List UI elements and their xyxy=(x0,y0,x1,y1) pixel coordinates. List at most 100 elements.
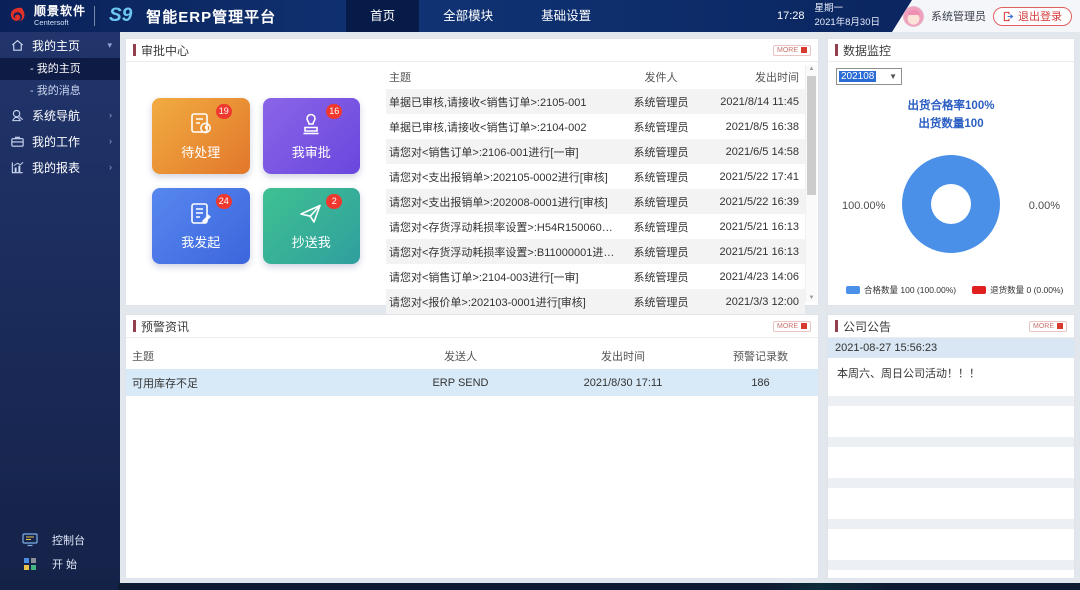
sidebar-group-label: 我的主页 xyxy=(32,37,80,54)
logo-text: 顺景软件 xyxy=(34,5,86,17)
chevron-down-icon: ▾ xyxy=(107,40,112,51)
row-time: 2021/3/3 12:00 xyxy=(707,296,805,308)
row-subject: 请您对<销售订单>:2106-001进行[一审] xyxy=(386,144,615,160)
approval-table: 主题 发件人 发出时间 单据已审核,请接收<销售订单>:2105-001 系统管… xyxy=(386,62,805,305)
alerts-more-button[interactable]: MORE xyxy=(773,321,811,332)
more-icon xyxy=(801,47,807,53)
date: 2021年8月30日 xyxy=(815,17,880,28)
row-subject: 请您对<存货浮动耗损率设置>:H54R15006002进行[审核] xyxy=(386,219,615,235)
table-row[interactable]: 请您对<报价单>:202103-0001进行[审核] 系统管理员 2021/3/… xyxy=(386,289,805,314)
brand-logo: 顺景软件 Centersoft S9 智能ERP管理平台 xyxy=(0,5,284,27)
sidebar-item-my-messages[interactable]: - 我的消息 xyxy=(0,80,120,102)
alerts-panel: 预警资讯 MORE 主题 发送人 发出时间 预警记录数 可用库存不足 xyxy=(125,314,819,579)
col-header-time: 发出时间 xyxy=(707,69,805,85)
app-title: 智能ERP管理平台 xyxy=(146,6,276,27)
announcement-date: 2021-08-27 15:56:23 xyxy=(828,338,1074,358)
shunjing-swirl-logo-icon xyxy=(6,5,28,27)
table-row[interactable]: 单据已审核,请接收<销售订单>:2104-002 系统管理员 2021/8/5 … xyxy=(386,114,805,139)
table-row[interactable]: 单据已审核,请接收<销售订单>:2105-001 系统管理员 2021/8/14… xyxy=(386,89,805,114)
announcement-placeholder xyxy=(828,447,1074,478)
table-row[interactable]: 请您对<存货浮动耗损率设置>:H54R15006002进行[审核] 系统管理员 … xyxy=(386,214,805,239)
user-zone: 系统管理员 退出登录 xyxy=(892,0,1080,32)
taskbar-strip xyxy=(118,583,1080,590)
console-button[interactable]: 控制台 xyxy=(0,528,120,552)
chevron-right-icon: › xyxy=(109,136,112,146)
announcement-placeholder xyxy=(828,529,1074,560)
col-header-count: 预警记录数 xyxy=(703,348,818,364)
alerts-rows: 可用库存不足 ERP SEND 2021/8/30 17:11 186 xyxy=(126,369,818,396)
table-row[interactable]: 请您对<销售订单>:2104-003进行[一审] 系统管理员 2021/4/23… xyxy=(386,264,805,289)
chart-legend: 合格数量 100 (100.00%) 退货数量 0 (0.00%) xyxy=(836,284,1066,301)
announcement-placeholder xyxy=(828,488,1074,519)
col-header-sender: 发件人 xyxy=(615,69,707,85)
legend-label: 合格数量 100 (100.00%) xyxy=(864,284,956,296)
table-row[interactable]: 请您对<存货浮动耗损率设置>:B11000001进行[审核] 系统管理员 202… xyxy=(386,239,805,264)
s9-logo: S9 xyxy=(109,5,132,27)
table-row[interactable]: 请您对<支出报销单>:202105-0002进行[审核] 系统管理员 2021/… xyxy=(386,164,805,189)
console-label: 控制台 xyxy=(52,532,85,548)
briefcase-icon xyxy=(10,134,25,149)
console-icon xyxy=(22,533,38,547)
col-header-time: 发出时间 xyxy=(543,348,703,364)
logout-icon xyxy=(1003,11,1014,22)
nav-tab-home[interactable]: 首页 xyxy=(346,0,419,32)
more-label: MORE xyxy=(777,47,798,54)
tile-label: 待处理 xyxy=(181,142,220,161)
sidebar-group-my-work[interactable]: 我的工作 › xyxy=(0,128,120,154)
announcements-title: 公司公告 xyxy=(835,318,891,335)
tile-initiated-by-me[interactable]: 24 我发起 xyxy=(152,188,250,264)
table-row[interactable]: 请您对<销售订单>:2106-001进行[一审] 系统管理员 2021/6/5 … xyxy=(386,139,805,164)
sidebar-group-my-reports[interactable]: 我的报表 › xyxy=(0,154,120,180)
row-time: 2021/8/30 17:11 xyxy=(543,377,703,389)
home-icon xyxy=(10,38,25,53)
logo-subtext: Centersoft xyxy=(34,19,86,27)
logout-button[interactable]: 退出登录 xyxy=(993,7,1072,26)
top-header-bar: 顺景软件 Centersoft S9 智能ERP管理平台 首页 全部模块 基础设… xyxy=(0,0,1080,32)
legend-label: 退货数量 0 (0.00%) xyxy=(990,284,1063,296)
tile-label: 我发起 xyxy=(181,232,220,251)
clock-time: 17:28 xyxy=(777,10,805,22)
row-subject: 请您对<支出报销单>:202008-0001进行[审核] xyxy=(386,194,615,210)
announcement-item[interactable]: 2021-08-27 15:56:23 本周六、周日公司活动！！！ xyxy=(828,338,1074,396)
chevron-right-icon: › xyxy=(109,162,112,172)
period-select[interactable]: 202108 ▼ xyxy=(836,68,902,85)
table-row[interactable]: 可用库存不足 ERP SEND 2021/8/30 17:11 186 xyxy=(126,369,818,396)
legend-item-pass: 合格数量 100 (100.00%) xyxy=(846,284,956,296)
stamp-icon xyxy=(298,111,324,137)
donut-left-label: 100.00% xyxy=(842,200,885,212)
row-sender: 系统管理员 xyxy=(615,244,707,260)
user-avatar[interactable] xyxy=(903,6,924,27)
username: 系统管理员 xyxy=(931,8,986,24)
row-time: 2021/4/23 14:06 xyxy=(707,271,805,283)
send-icon xyxy=(298,201,324,227)
approval-table-scrollbar[interactable] xyxy=(805,65,817,302)
tile-pending[interactable]: 19 待处理 xyxy=(152,98,250,174)
sidebar-group-label: 我的工作 xyxy=(32,133,80,150)
pending-icon xyxy=(188,111,214,137)
start-icon xyxy=(22,557,38,571)
sidebar-item-my-home[interactable]: - 我的主页 xyxy=(0,58,120,80)
row-sender: 系统管理员 xyxy=(615,169,707,185)
row-subject: 可用库存不足 xyxy=(126,375,378,391)
tile-cc-to-me[interactable]: 2 抄送我 xyxy=(263,188,361,264)
sidebar-group-my-home[interactable]: 我的主页 ▾ xyxy=(0,32,120,58)
col-header-sender: 发送人 xyxy=(378,348,543,364)
table-row[interactable]: 请您对<支出报销单>:202008-0001进行[审核] 系统管理员 2021/… xyxy=(386,189,805,214)
approval-more-button[interactable]: MORE xyxy=(773,45,811,56)
start-button[interactable]: 开 始 xyxy=(0,552,120,576)
row-time: 2021/5/21 16:13 xyxy=(707,246,805,258)
announcements-more-button[interactable]: MORE xyxy=(1029,321,1067,332)
tile-my-approvals[interactable]: 16 我审批 xyxy=(263,98,361,174)
nav-tab-basic-settings[interactable]: 基础设置 xyxy=(517,0,615,32)
nav-tab-all-modules[interactable]: 全部模块 xyxy=(419,0,517,32)
approval-center-panel: 审批中心 MORE 19 待处理 xyxy=(125,38,819,306)
row-time: 2021/5/22 17:41 xyxy=(707,171,805,183)
announcements-panel: 公司公告 MORE 2021-08-27 15:56:23 本周六、周日公司活动… xyxy=(827,314,1075,579)
row-subject: 请您对<销售订单>:2104-003进行[一审] xyxy=(386,269,615,285)
sidebar-group-system-nav[interactable]: 系统导航 › xyxy=(0,102,120,128)
scrollbar-thumb[interactable] xyxy=(807,76,816,195)
data-monitor-title: 数据监控 xyxy=(835,42,891,59)
approval-table-header: 主题 发件人 发出时间 xyxy=(386,64,805,89)
report-icon xyxy=(10,160,25,175)
sidebar-group-label: 我的报表 xyxy=(32,159,80,176)
